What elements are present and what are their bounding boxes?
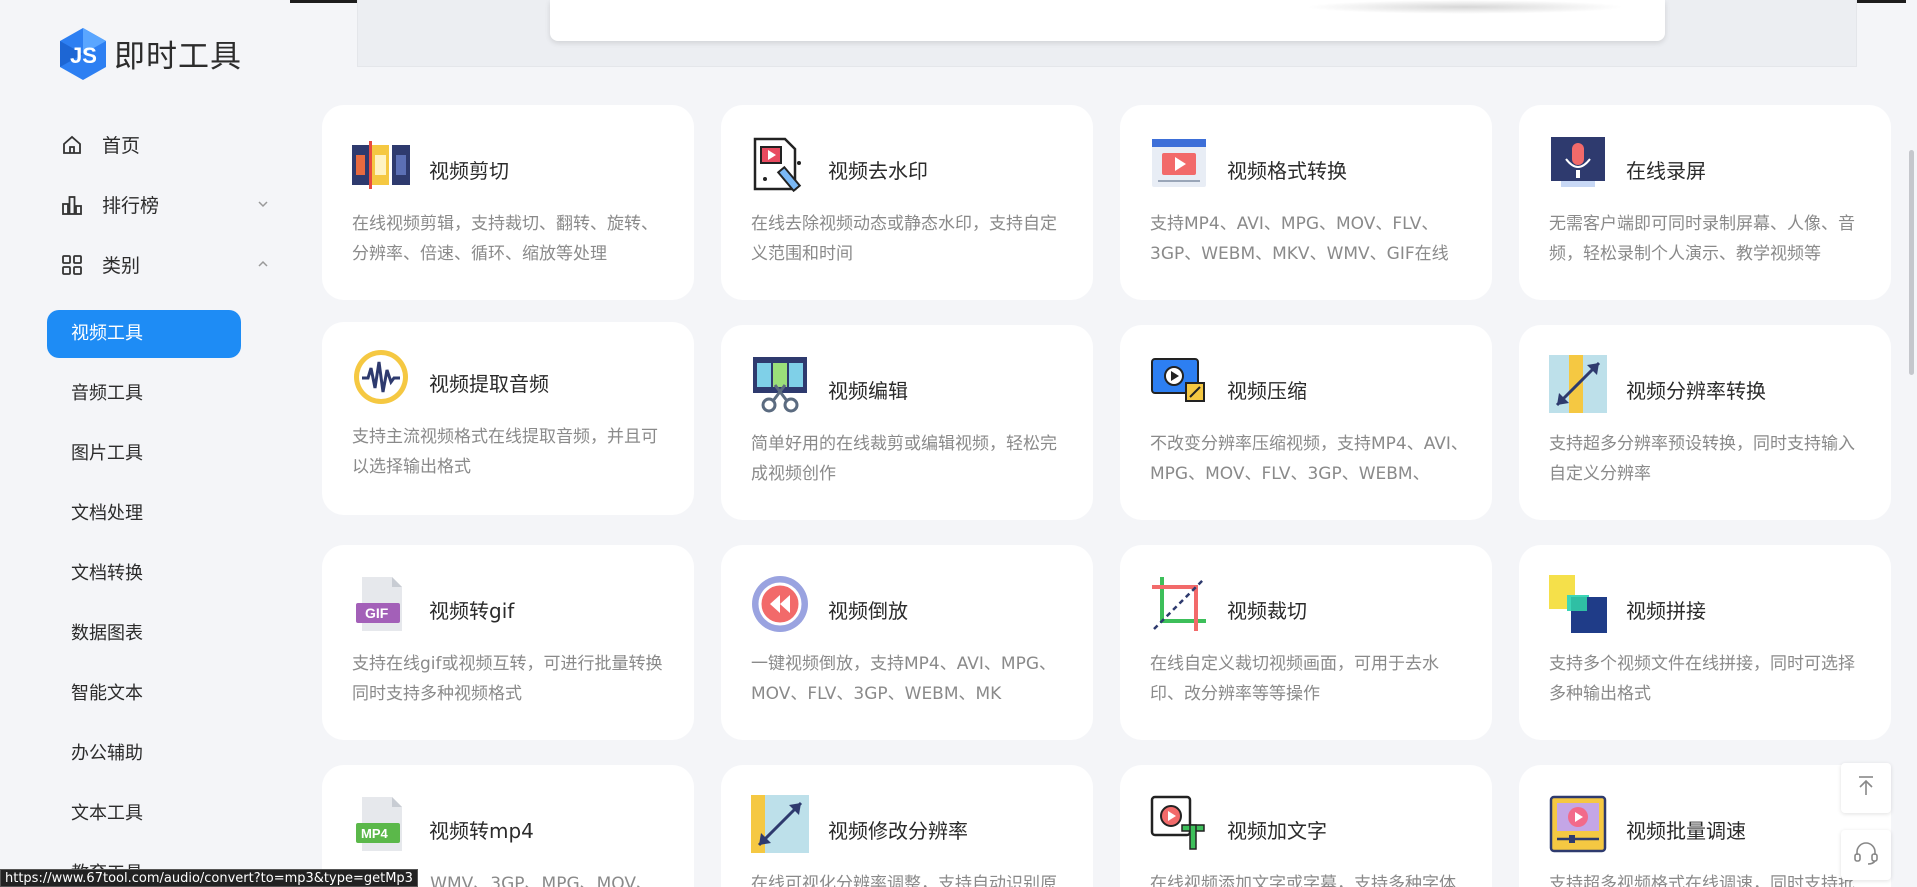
back-to-top-button[interactable] [1841,763,1891,813]
status-bar-url: https://www.67tool.com/audio/convert?to=… [0,869,418,887]
tool-title: 视频格式转换 [1227,159,1347,183]
tool-card-video-cut[interactable]: 视频剪切 在线视频剪辑，支持裁切、翻转、旋转、分辨率、倍速、循环、缩放等处理 [322,105,694,300]
chevron-down-icon[interactable] [256,194,270,208]
tool-desc: 不改变分辨率压缩视频，支持MP4、AVI、MPG、MOV、FLV、3GP、WEB… [1150,434,1468,484]
scrollbar-thumb[interactable] [1909,150,1914,375]
tool-desc: 在线视频添加文字或字幕，支持多种字体样式 [1150,874,1456,887]
tool-card-video-crop[interactable]: 视频裁切 在线自定义裁切视频画面，可用于去水印、改分辨率等等操作 [1120,545,1492,740]
grid-icon [60,253,84,277]
page-scrollbar[interactable] [1906,0,1917,887]
tool-title: 视频编辑 [828,379,908,403]
tool-card-video-join[interactable]: 视频拼接 支持多个视频文件在线拼接，同时可选择多种输出格式 [1519,545,1891,740]
nav-home[interactable]: 首页 [60,131,140,158]
watermark-remove-icon [751,135,809,193]
tool-desc: 支持在线gif或视频互转，可进行批量转换同时支持多种视频格式 [352,654,663,704]
tool-title: 视频去水印 [828,159,928,183]
tool-desc: 无需客户端即可同时录制屏幕、人像、音频，轻松录制个人演示、教学视频等 [1549,214,1855,264]
category-doc-processing[interactable]: 文档处理 [47,490,241,538]
brand-name: 即时工具 [114,38,242,75]
category-image-tools[interactable]: 图片工具 [47,430,241,478]
tool-card-video-reverse[interactable]: 视频倒放 一键视频倒放，支持MP4、AVI、MPG、MOV、FLV、3GP、WE… [721,545,1093,740]
tool-title: 视频分辨率转换 [1626,379,1766,403]
tool-title: 视频裁切 [1227,599,1307,623]
resolution-arrow-icon [1549,355,1607,413]
tool-desc: 在线可视化分辨率调整，支持自动识别原始尺寸 [751,874,1057,887]
nav-ranking-label: 排行榜 [102,195,160,217]
tool-card-video-change-resolution[interactable]: 视频修改分辨率 在线可视化分辨率调整，支持自动识别原始尺寸 [721,765,1093,887]
gif-file-icon: GIF [352,575,410,633]
nav-ranking[interactable]: 排行榜 [60,191,268,218]
tool-title: 视频批量调速 [1626,819,1746,843]
category-smart-text[interactable]: 智能文本 [47,670,241,718]
video-speed-icon [1549,795,1607,853]
svg-text:JS: JS [70,43,97,68]
tool-title: 视频加文字 [1227,819,1327,843]
video-text-icon [1150,795,1208,853]
tool-title: 视频转mp4 [429,819,534,843]
customer-service-button[interactable] [1841,830,1891,880]
tool-desc: 支持多个视频文件在线拼接，同时可选择多种输出格式 [1549,654,1855,704]
tool-title: 视频修改分辨率 [828,819,968,843]
resolution-arrow-icon [751,795,809,853]
tool-title: 在线录屏 [1626,159,1706,183]
tool-title: 视频压缩 [1227,379,1307,403]
tool-card-video-edit[interactable]: 视频编辑 简单好用的在线裁剪或编辑视频，轻松完成视频创作 [721,325,1093,520]
nav-home-label: 首页 [102,135,141,157]
crop-icon [1150,575,1208,633]
tool-card-video-watermark-remove[interactable]: 视频去水印 在线去除视频动态或静态水印，支持自定义范围和时间 [721,105,1093,300]
category-data-charts[interactable]: 数据图表 [47,610,241,658]
brand-logo[interactable]: JS 即时工具 [56,26,242,80]
tool-title: 视频提取音频 [429,372,549,396]
tool-card-video-add-text[interactable]: 视频加文字 在线视频添加文字或字幕，支持多种字体样式 [1120,765,1492,887]
tool-card-screen-record[interactable]: 在线录屏 无需客户端即可同时录制屏幕、人像、音频，轻松录制个人演示、教学视频等 [1519,105,1891,300]
logo-icon: JS [56,26,110,80]
film-scissors-icon [751,355,809,413]
video-player-icon [1150,135,1208,193]
category-office[interactable]: 办公辅助 [47,730,241,778]
tool-title: 视频剪切 [429,159,509,183]
tool-card-resolution-convert[interactable]: 视频分辨率转换 支持超多分辨率预设转换，同时支持输入自定义分辨率 [1519,325,1891,520]
tool-card-video-batch-speed[interactable]: 视频批量调速 支持超多视频格式在线调速，同时支持批量处理 [1519,765,1891,887]
nav-category[interactable]: 类别 [60,251,268,278]
rewind-icon [751,575,809,633]
svg-text:MP4: MP4 [361,826,389,841]
blocks-join-icon [1549,575,1607,633]
tool-desc: 在线去除视频动态或静态水印，支持自定义范围和时间 [751,214,1057,264]
arrow-up-icon [1854,774,1878,802]
screen-compress-icon [1150,355,1208,413]
category-video-tools[interactable]: 视频工具 [47,310,241,358]
tool-card-video-format-convert[interactable]: 视频格式转换 支持MP4、AVI、MPG、MOV、FLV、3GP、WEBM、MK… [1120,105,1492,300]
tool-title: 视频转gif [429,599,515,623]
chevron-up-icon[interactable] [256,254,270,268]
audio-wave-icon [352,348,410,406]
tool-desc: 支持超多视频格式在线调速，同时支持批量处理 [1549,874,1855,887]
tool-card-video-to-gif[interactable]: GIF 视频转gif 支持在线gif或视频互转，可进行批量转换同时支持多种视频格… [322,545,694,740]
tool-title: 视频拼接 [1626,599,1706,623]
category-audio-tools[interactable]: 音频工具 [47,370,241,418]
svg-text:GIF: GIF [365,605,389,621]
tool-desc: 在线视频剪辑，支持裁切、翻转、旋转、分辨率、倍速、循环、缩放等处理 [352,214,658,264]
sidebar: JS 即时工具 首页 排行榜 类别 视频工具 音频工具 图片工具 文档处理 文档… [0,0,290,887]
nav-category-label: 类别 [102,255,141,277]
film-cut-icon [352,135,410,193]
tool-desc: 支持主流视频格式在线提取音频，并且可以选择输出格式 [352,427,658,477]
home-icon [60,133,84,157]
mp4-file-icon: MP4 [352,795,410,853]
tool-desc: 在线自定义裁切视频画面，可用于去水印、改分辨率等等操作 [1150,654,1439,704]
tool-desc: 支持超多分辨率预设转换，同时支持输入自定义分辨率 [1549,434,1855,484]
headset-icon [1853,840,1879,870]
tool-desc: 简单好用的在线裁剪或编辑视频，轻松完成视频创作 [751,434,1057,484]
category-text-tools[interactable]: 文本工具 [47,790,241,838]
tool-card-video-compress[interactable]: 视频压缩 不改变分辨率压缩视频，支持MP4、AVI、MPG、MOV、FLV、3G… [1120,325,1492,520]
tool-desc: 一键视频倒放，支持MP4、AVI、MPG、MOV、FLV、3GP、WEBM、MK [751,654,1057,704]
tool-card-extract-audio[interactable]: 视频提取音频 支持主流视频格式在线提取音频，并且可以选择输出格式 [322,322,694,515]
tool-title: 视频倒放 [828,599,908,623]
search-box-shadow [1305,0,1625,14]
category-doc-conversion[interactable]: 文档转换 [47,550,241,598]
bar-chart-icon [60,193,84,217]
microphone-icon [1549,135,1607,193]
tool-desc: 支持MP4、AVI、MPG、MOV、FLV、3GP、WEBM、MKV、WMV、G… [1150,214,1449,264]
